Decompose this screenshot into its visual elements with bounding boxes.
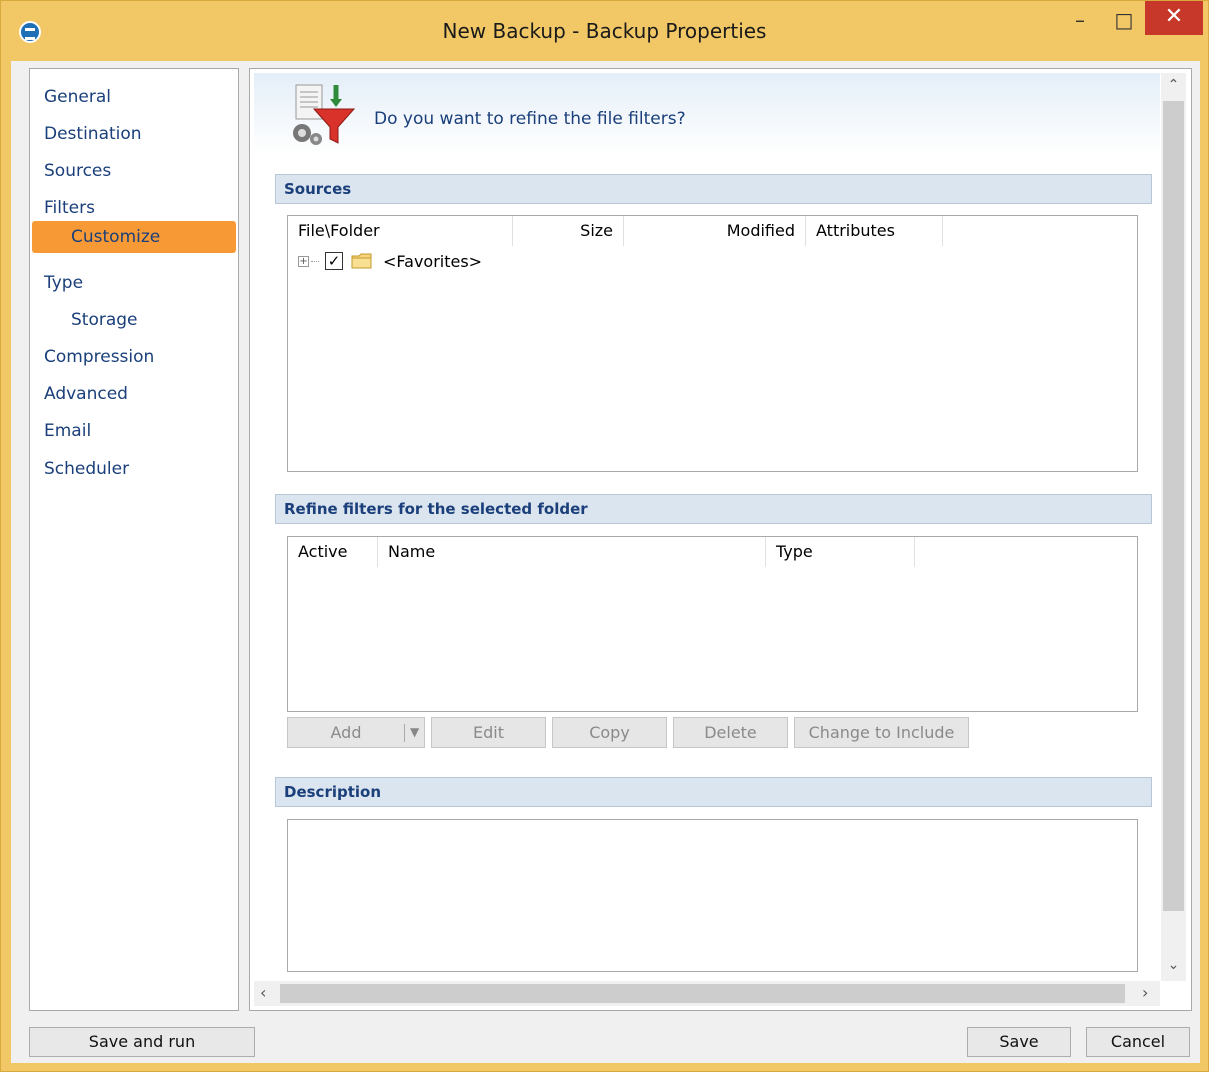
sidebar-item-email[interactable]: Email xyxy=(44,415,91,447)
customize-panel: Do you want to refine the file filters? … xyxy=(249,68,1192,1011)
filters-list[interactable]: Active Name Type xyxy=(287,536,1138,712)
delete-filter-button[interactable]: Delete xyxy=(673,717,788,748)
column-file-folder[interactable]: File\Folder xyxy=(288,216,513,246)
column-active[interactable]: Active xyxy=(288,537,378,567)
cancel-button[interactable]: Cancel xyxy=(1086,1027,1190,1057)
column-name[interactable]: Name xyxy=(378,537,766,567)
folder-icon xyxy=(351,253,372,269)
scroll-up-icon[interactable]: ⌃ xyxy=(1161,77,1186,93)
sidebar-item-sources[interactable]: Sources xyxy=(44,155,111,187)
title-bar[interactable]: New Backup - Backup Properties – □ ✕ xyxy=(1,1,1208,61)
chevron-down-icon[interactable]: ▼ xyxy=(410,718,419,747)
sources-tree-list[interactable]: File\Folder Size Modified Attributes + ✓… xyxy=(287,215,1138,472)
tree-item-label: <Favorites> xyxy=(383,251,483,271)
column-size[interactable]: Size xyxy=(513,216,624,246)
horizontal-scrollbar[interactable]: ‹ › xyxy=(254,981,1160,1006)
expand-icon[interactable]: + xyxy=(298,255,309,267)
sidebar-item-customize[interactable]: Customize xyxy=(32,221,236,253)
dialog-client: General Destination Sources Filters Cust… xyxy=(11,61,1200,1063)
copy-filter-button[interactable]: Copy xyxy=(552,717,667,748)
sidebar-item-advanced[interactable]: Advanced xyxy=(44,378,128,410)
description-box xyxy=(287,819,1138,972)
column-modified[interactable]: Modified xyxy=(624,216,806,246)
scroll-left-icon[interactable]: ‹ xyxy=(260,983,266,1002)
description-section-header: Description xyxy=(275,777,1152,807)
column-attributes[interactable]: Attributes xyxy=(806,216,943,246)
window-title: New Backup - Backup Properties xyxy=(442,19,767,43)
refine-section-header: Refine filters for the selected folder xyxy=(275,494,1152,524)
dropdown-separator xyxy=(404,724,405,742)
add-filter-button[interactable]: Add ▼ xyxy=(287,717,425,748)
page-header: Do you want to refine the file filters? xyxy=(254,73,1160,155)
maximize-button[interactable]: □ xyxy=(1101,1,1147,41)
change-to-include-button[interactable]: Change to Include xyxy=(794,717,969,748)
backup-properties-window: New Backup - Backup Properties – □ ✕ Gen… xyxy=(0,0,1209,1072)
save-button[interactable]: Save xyxy=(967,1027,1071,1057)
tree-connector xyxy=(311,260,319,262)
sources-section-header: Sources xyxy=(275,174,1152,204)
vertical-scrollbar[interactable]: ⌃ ⌄ xyxy=(1161,73,1186,981)
sidebar-item-scheduler[interactable]: Scheduler xyxy=(44,453,129,485)
favorites-checkbox[interactable]: ✓ xyxy=(325,252,343,270)
save-and-run-button[interactable]: Save and run xyxy=(29,1027,255,1057)
vertical-scroll-thumb[interactable] xyxy=(1163,101,1184,911)
sidebar-nav: General Destination Sources Filters Cust… xyxy=(29,68,239,1011)
horizontal-scroll-thumb[interactable] xyxy=(280,984,1125,1003)
tree-row[interactable]: + ✓ <Favorites> xyxy=(298,250,482,272)
sidebar-item-type[interactable]: Type xyxy=(44,267,83,299)
sidebar-item-general[interactable]: General xyxy=(44,81,111,113)
sidebar-item-storage[interactable]: Storage xyxy=(71,304,138,336)
minimize-button[interactable]: – xyxy=(1057,1,1103,41)
filter-funnel-icon xyxy=(293,84,356,145)
scroll-right-icon[interactable]: › xyxy=(1142,983,1148,1002)
sidebar-item-filters[interactable]: Filters xyxy=(44,192,95,224)
sidebar-item-destination[interactable]: Destination xyxy=(44,118,142,150)
sidebar-item-compression[interactable]: Compression xyxy=(44,341,154,373)
column-type[interactable]: Type xyxy=(766,537,915,567)
close-button[interactable]: ✕ xyxy=(1145,1,1203,35)
scroll-down-icon[interactable]: ⌄ xyxy=(1161,957,1186,973)
edit-filter-button[interactable]: Edit xyxy=(431,717,546,748)
add-button-label: Add xyxy=(330,723,362,742)
page-question: Do you want to refine the file filters? xyxy=(374,109,686,129)
